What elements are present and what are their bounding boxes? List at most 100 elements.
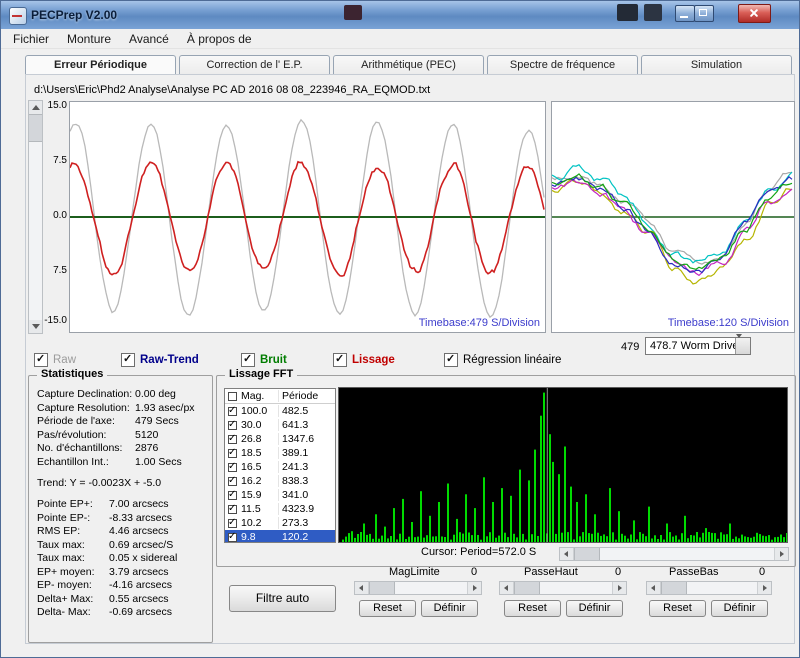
checkbox-icon[interactable] — [228, 405, 237, 416]
scroll-right-icon[interactable] — [467, 582, 481, 594]
close-icon — [749, 8, 759, 18]
fft-table-row[interactable]: 100.0 482.5 — [225, 404, 335, 418]
maglimite-reset-button[interactable]: Reset — [359, 600, 416, 617]
checkbox-icon[interactable] — [34, 352, 48, 367]
passehaut-definir-button[interactable]: Définir — [566, 600, 623, 617]
fft-table-row[interactable]: 11.5 4323.9 — [225, 502, 335, 516]
desktop-icon-artifact — [344, 5, 362, 20]
checkbox-icon[interactable] — [333, 352, 347, 367]
passehaut-slider[interactable] — [499, 581, 627, 595]
fft-table-row[interactable]: 30.0 641.3 — [225, 418, 335, 432]
mag-cell: 15.9 — [241, 489, 262, 501]
minimize-button[interactable] — [675, 5, 695, 22]
chart-vertical-scrollbar[interactable] — [28, 100, 43, 334]
slider-thumb[interactable] — [369, 582, 395, 594]
statistics-title: Statistiques — [37, 368, 108, 380]
scroll-right-icon[interactable] — [612, 582, 626, 594]
menu-item-a-propos[interactable]: À propos de — [179, 30, 262, 48]
scroll-down-icon[interactable] — [29, 320, 42, 333]
fft-table-row[interactable]: 18.5 389.1 — [225, 446, 335, 460]
stat-value: -8.33 arcsecs — [109, 511, 173, 524]
toggle-bruit[interactable]: Bruit — [241, 352, 287, 367]
mag-cell: 26.8 — [241, 433, 262, 445]
scroll-left-icon[interactable] — [500, 582, 514, 594]
checkbox-icon[interactable] — [228, 489, 237, 500]
checkbox-icon[interactable] — [228, 447, 237, 458]
stat-row: EP- moyen: -4.16 arcsecs — [37, 579, 209, 593]
fft-spectrum-chart[interactable] — [338, 387, 788, 543]
scrollbar-thumb[interactable] — [29, 114, 42, 142]
fft-table-row[interactable]: 10.2 273.3 — [225, 516, 335, 530]
fft-table-row[interactable]: 15.9 341.0 — [225, 488, 335, 502]
fft-horizontal-scrollbar[interactable] — [559, 547, 789, 561]
fft-table-row[interactable]: 26.8 1347.6 — [225, 432, 335, 446]
scroll-left-icon[interactable] — [355, 582, 369, 594]
tab-strip: Erreur Périodique Correction de l' E.P. … — [25, 55, 795, 74]
scroll-left-icon[interactable] — [647, 582, 661, 594]
scroll-right-icon[interactable] — [774, 548, 788, 560]
passebas-slider[interactable] — [646, 581, 772, 595]
checkbox-icon[interactable] — [241, 352, 255, 367]
menu-item-monture[interactable]: Monture — [59, 30, 121, 48]
stat-value: 4.46 arcsecs — [109, 525, 169, 537]
period-cell: 641.3 — [278, 419, 335, 431]
fft-harmonics-table: Mag. Période 100.0 482.5 30.0 641.3 26.8 13… — [224, 388, 336, 543]
stat-row: Echantillon Int.: 1.00 Secs — [37, 456, 209, 470]
menu-item-fichier[interactable]: Fichier — [5, 30, 59, 48]
passebas-definir-button[interactable]: Définir — [711, 600, 768, 617]
tab-correction-ep[interactable]: Correction de l' E.P. — [179, 55, 330, 74]
maximize-button[interactable] — [694, 5, 714, 22]
passehaut-reset-button[interactable]: Reset — [504, 600, 561, 617]
tab-simulation[interactable]: Simulation — [641, 55, 792, 74]
fft-table-row-selected[interactable]: 9.8 120.2 — [225, 530, 335, 542]
toggle-raw[interactable]: Raw — [34, 352, 76, 367]
y-axis-tick: 7.5 — [53, 155, 67, 166]
loaded-file-path: d:\Users\Eric\Phd2 Analyse\Analyse PC AD… — [34, 84, 431, 96]
mag-cell: 16.5 — [241, 461, 262, 473]
fft-cursor-readout: Cursor: Period=572.0 S — [421, 546, 537, 558]
stat-row: Pointe EP+: 7.00 arcsecs — [37, 498, 209, 512]
checkbox-icon[interactable] — [228, 419, 237, 430]
filtre-auto-button[interactable]: Filtre auto — [229, 585, 336, 612]
titlebar: PECPrep V2.00 — [1, 1, 799, 30]
maglimite-slider[interactable] — [354, 581, 482, 595]
period-cell: 1347.6 — [278, 433, 335, 445]
minimize-icon — [680, 16, 688, 18]
scroll-left-icon[interactable] — [560, 548, 574, 560]
checkbox-icon[interactable] — [228, 503, 237, 514]
checkbox-icon[interactable] — [228, 517, 237, 528]
chevron-down-icon[interactable] — [735, 334, 750, 354]
scroll-up-icon[interactable] — [29, 101, 42, 114]
checkbox-icon[interactable] — [228, 433, 237, 444]
scrollbar-thumb[interactable] — [574, 548, 600, 560]
stat-row: RMS EP: 4.46 arcsecs — [37, 525, 209, 539]
menubar: Fichier Monture Avancé À propos de — [1, 29, 799, 49]
slider-thumb[interactable] — [514, 582, 540, 594]
passebas-reset-button[interactable]: Reset — [649, 600, 706, 617]
tab-arithmetique-pec[interactable]: Arithmétique (PEC) — [333, 55, 484, 74]
stat-row: No. d'échantillons: 2876 — [37, 442, 209, 456]
toggle-regression-lineaire[interactable]: Régression linéaire — [444, 352, 561, 367]
stat-label: Pas/révolution: — [37, 428, 107, 441]
checkbox-icon[interactable] — [444, 352, 458, 367]
worm-drive-combobox[interactable]: 478.7 Worm Drive — [645, 334, 751, 355]
checkbox-icon[interactable] — [228, 391, 237, 401]
checkbox-icon[interactable] — [228, 531, 237, 542]
checkbox-icon[interactable] — [121, 352, 135, 367]
checkbox-icon[interactable] — [228, 461, 237, 472]
fft-table-row[interactable]: 16.2 838.3 — [225, 474, 335, 488]
fft-table-row[interactable]: 16.5 241.3 — [225, 460, 335, 474]
checkbox-icon[interactable] — [228, 475, 237, 486]
scroll-right-icon[interactable] — [757, 582, 771, 594]
period-cell: 389.1 — [278, 447, 335, 459]
app-icon — [9, 7, 27, 25]
maglimite-definir-button[interactable]: Définir — [421, 600, 478, 617]
toggle-raw-trend[interactable]: Raw-Trend — [121, 352, 199, 367]
slider-thumb[interactable] — [661, 582, 687, 594]
tab-erreur-periodique[interactable]: Erreur Périodique — [25, 55, 176, 74]
menu-item-avance[interactable]: Avancé — [121, 30, 179, 48]
tab-spectre-frequence[interactable]: Spectre de fréquence — [487, 55, 638, 74]
toggle-lissage[interactable]: Lissage — [333, 352, 395, 367]
close-button[interactable] — [738, 4, 771, 23]
stat-value: -0.69 arcsecs — [109, 606, 173, 618]
